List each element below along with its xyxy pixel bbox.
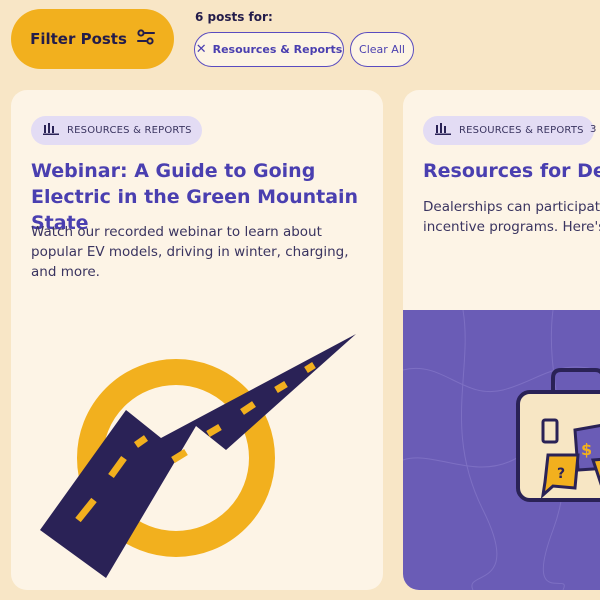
post-card[interactable]: RESOURCES & REPORTS Webinar: A Guide to … (11, 90, 383, 590)
sliders-icon (136, 29, 155, 49)
post-card[interactable]: RESOURCES & REPORTS 3 I Resources for De… (403, 90, 600, 590)
card-description-line: incentive programs. Here's (423, 219, 600, 235)
card-description: Watch our recorded webinar to learn abou… (31, 224, 349, 280)
post-count-label: 6 posts for: (195, 10, 273, 24)
filter-posts-button[interactable]: Filter Posts (11, 9, 174, 69)
card-description-line: Dealerships can participat (423, 199, 600, 215)
svg-text:$: $ (581, 440, 592, 459)
map-illustration: $ ? (403, 309, 600, 590)
chart-bars-icon (435, 123, 451, 138)
active-filter-chip[interactable]: ✕ Resources & Reports (194, 32, 344, 67)
close-icon[interactable]: ✕ (196, 42, 207, 57)
lightning-road-icon (40, 334, 356, 578)
svg-text:?: ? (557, 466, 565, 482)
category-badge-label: RESOURCES & REPORTS (67, 125, 192, 136)
card-description: Dealerships can participat incentive pro… (423, 197, 600, 237)
card-title[interactable]: Resources for Deale (423, 158, 600, 184)
category-badge-label: RESOURCES & REPORTS (459, 125, 584, 136)
post-date: 3 I (590, 124, 600, 135)
active-filter-label: Resources & Reports (212, 43, 343, 56)
category-badge: RESOURCES & REPORTS (423, 116, 594, 145)
chart-bars-icon (43, 123, 59, 138)
category-badge: RESOURCES & REPORTS (31, 116, 202, 145)
filter-posts-label: Filter Posts (30, 30, 127, 48)
briefcase-icon: $ ? (403, 309, 600, 590)
clear-all-button[interactable]: Clear All (350, 32, 414, 67)
